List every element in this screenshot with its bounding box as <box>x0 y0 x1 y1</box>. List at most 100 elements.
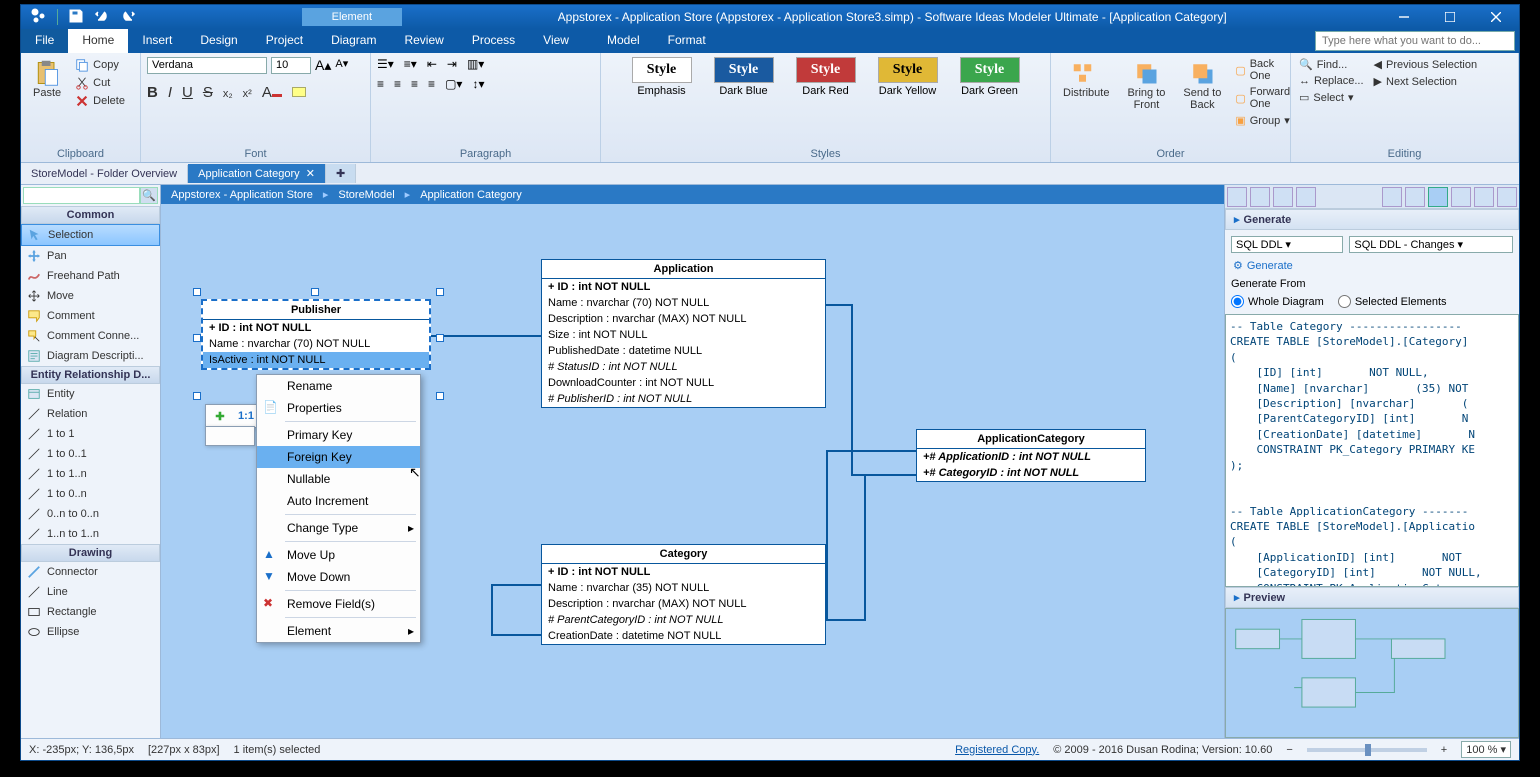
align-left-button[interactable]: ≡ <box>377 77 384 91</box>
underline-button[interactable]: U <box>182 84 193 101</box>
zoom-slider[interactable] <box>1307 748 1427 752</box>
application-field-publisherid[interactable]: # PublisherID : int NOT NULL <box>542 391 825 407</box>
font-color-button[interactable]: A <box>262 84 282 101</box>
search-icon[interactable]: 🔍 <box>140 187 158 204</box>
italic-button[interactable]: I <box>168 84 172 101</box>
relation-category-self-bot[interactable] <box>491 634 541 636</box>
tool-entity[interactable]: Entity <box>21 384 160 404</box>
distribute-button[interactable]: Distribute <box>1057 57 1115 146</box>
tool-ellipse[interactable]: Ellipse <box>21 622 160 642</box>
ctx-move-up[interactable]: ▲Move Up <box>257 544 420 566</box>
publisher-field-id[interactable]: + ID : int NOT NULL <box>203 320 429 336</box>
preview-pane-header[interactable]: ▸Preview <box>1225 587 1519 608</box>
floating-toolbar-2[interactable] <box>205 426 255 446</box>
tool-1n-to-1n[interactable]: 1..n to 1..n <box>21 524 160 544</box>
sel-handle-se[interactable] <box>436 392 444 400</box>
application-field-id[interactable]: + ID : int NOT NULL <box>542 279 825 295</box>
ctx-change-type[interactable]: Change Type▸ <box>257 517 420 539</box>
group-button[interactable]: ▣Group ▾ <box>1233 113 1292 128</box>
strike-button[interactable]: S <box>203 84 213 101</box>
minimize-button[interactable] <box>1381 5 1427 29</box>
float-add-icon[interactable]: ✚ <box>208 407 232 425</box>
relation-appcat-application-h2[interactable] <box>851 474 916 476</box>
superscript-button[interactable]: x² <box>243 88 252 100</box>
paste-button[interactable]: Paste <box>27 57 67 146</box>
columns-button[interactable]: ▥▾ <box>467 57 484 71</box>
style-dark-yellow[interactable]: StyleDark Yellow <box>873 57 943 117</box>
forward-one-button[interactable]: ▢Forward One <box>1233 85 1292 111</box>
generate-target-select[interactable]: SQL DDL ▾ <box>1231 236 1343 253</box>
tool-freehand-path[interactable]: Freehand Path <box>21 266 160 286</box>
sidebar-group-drawing[interactable]: Drawing <box>21 544 160 562</box>
relation-category-self-top[interactable] <box>491 584 541 586</box>
crumb-store-model[interactable]: StoreModel <box>338 189 394 201</box>
tool-1-to-0n[interactable]: 1 to 0..n <box>21 484 160 504</box>
category-field-parentcategoryid[interactable]: # ParentCategoryID : int NOT NULL <box>542 612 825 628</box>
increase-font-icon[interactable]: A▴ <box>315 57 331 74</box>
crumb-project[interactable]: Appstorex - Application Store <box>171 189 313 201</box>
send-to-back-button[interactable]: Send to Back <box>1177 57 1227 146</box>
previous-selection-button[interactable]: ◀ Previous Selection <box>1372 57 1480 72</box>
tool-pan[interactable]: Pan <box>21 246 160 266</box>
application-field-description[interactable]: Description : nvarchar (MAX) NOT NULL <box>542 311 825 327</box>
indent-button[interactable]: ⇥ <box>447 57 457 71</box>
publisher-field-name[interactable]: Name : nvarchar (70) NOT NULL <box>203 336 429 352</box>
relation-application-appcat-h1[interactable] <box>826 450 916 452</box>
crumb-application-category[interactable]: Application Category <box>420 189 522 201</box>
generate-pane-header[interactable]: ▸Generate <box>1225 209 1519 230</box>
relation-category-appcat-v[interactable] <box>864 474 866 619</box>
close-button[interactable] <box>1473 5 1519 29</box>
ctx-remove-fields[interactable]: ✖Remove Field(s) <box>257 593 420 615</box>
tool-selection[interactable]: Selection <box>21 224 160 246</box>
sql-output[interactable]: -- Table Category ----------------- CREA… <box>1225 314 1519 587</box>
ctx-foreign-key[interactable]: Foreign Key <box>257 446 420 468</box>
maximize-button[interactable] <box>1427 5 1473 29</box>
ctx-nullable[interactable]: Nullable <box>257 468 420 490</box>
ctx-auto-increment[interactable]: Auto Increment <box>257 490 420 512</box>
tool-line[interactable]: Line <box>21 582 160 602</box>
menu-home[interactable]: Home <box>68 29 128 53</box>
rtool-5[interactable] <box>1382 187 1402 207</box>
tool-comment-connector[interactable]: Comment Conne... <box>21 326 160 346</box>
context-tab-element[interactable]: Element <box>302 8 402 26</box>
rtool-6[interactable] <box>1405 187 1425 207</box>
sidebar-group-er[interactable]: Entity Relationship D... <box>21 366 160 384</box>
radio-whole-diagram[interactable]: Whole Diagram <box>1231 295 1324 308</box>
tool-move[interactable]: Move <box>21 286 160 306</box>
preview-pane[interactable] <box>1225 608 1519 738</box>
bullets-button[interactable]: ☰▾ <box>377 57 394 71</box>
menu-review[interactable]: Review <box>390 29 457 53</box>
menu-diagram[interactable]: Diagram <box>317 29 390 53</box>
ctx-primary-key[interactable]: Primary Key <box>257 424 420 446</box>
menu-format[interactable]: Format <box>654 29 720 53</box>
style-dark-green[interactable]: StyleDark Green <box>955 57 1025 117</box>
menu-view[interactable]: View <box>529 29 583 53</box>
publisher-field-isactive[interactable]: IsActive : int NOT NULL <box>203 352 429 368</box>
bold-button[interactable]: B <box>147 84 158 101</box>
redo-icon[interactable] <box>120 8 136 27</box>
float-relation-label[interactable]: 1:1 <box>234 407 258 425</box>
style-emphasis[interactable]: StyleEmphasis <box>627 57 697 117</box>
sel-handle-w[interactable] <box>193 334 201 342</box>
tool-0n-to-0n[interactable]: 0..n to 0..n <box>21 504 160 524</box>
registered-copy-link[interactable]: Registered Copy. <box>955 744 1039 756</box>
numbering-button[interactable]: ≡▾ <box>404 57 417 71</box>
rtool-4[interactable] <box>1296 187 1316 207</box>
sel-handle-sw[interactable] <box>193 392 201 400</box>
font-family-select[interactable]: Verdana <box>147 57 267 74</box>
menu-design[interactable]: Design <box>186 29 251 53</box>
relation-application-category-v[interactable] <box>826 450 828 620</box>
ctx-rename[interactable]: Rename <box>257 375 420 397</box>
relation-publisher-application[interactable] <box>431 335 541 337</box>
rtool-8[interactable] <box>1451 187 1471 207</box>
ctx-move-down[interactable]: ▼Move Down <box>257 566 420 588</box>
application-field-publisheddate[interactable]: PublishedDate : datetime NULL <box>542 343 825 359</box>
menu-project[interactable]: Project <box>252 29 317 53</box>
tool-1-to-1n[interactable]: 1 to 1..n <box>21 464 160 484</box>
toolbox-search-input[interactable] <box>23 187 140 204</box>
tool-relation[interactable]: Relation <box>21 404 160 424</box>
category-field-name[interactable]: Name : nvarchar (35) NOT NULL <box>542 580 825 596</box>
copy-button[interactable]: Copy <box>73 57 127 73</box>
bring-to-front-button[interactable]: Bring to Front <box>1121 57 1171 146</box>
menu-insert[interactable]: Insert <box>128 29 186 53</box>
